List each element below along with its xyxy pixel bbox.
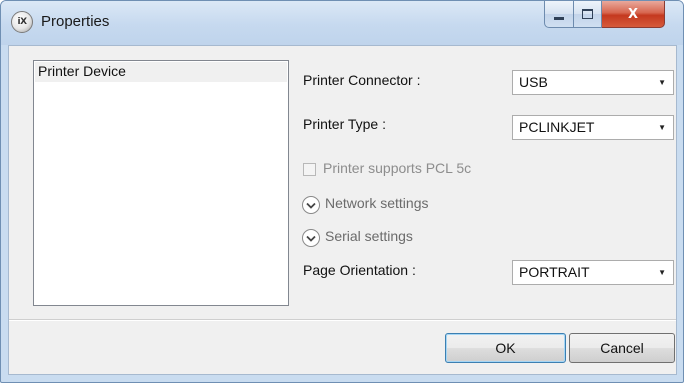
printer-connector-label: Printer Connector :	[303, 72, 421, 88]
chevron-down-icon	[306, 202, 316, 209]
printer-type-select[interactable]: PCLINKJET ▼	[512, 115, 674, 140]
cancel-button[interactable]: Cancel	[569, 333, 675, 363]
page-orientation-select[interactable]: PORTRAIT ▼	[512, 260, 674, 285]
ok-button[interactable]: OK	[445, 333, 566, 363]
pcl5c-label: Printer supports PCL 5c	[323, 160, 472, 176]
chevron-down-icon: ▼	[658, 268, 666, 277]
minimize-button[interactable]	[544, 1, 574, 28]
printer-type-value: PCLINKJET	[519, 119, 595, 135]
close-button[interactable]: X	[602, 1, 665, 28]
page-orientation-label: Page Orientation :	[303, 262, 416, 278]
pcl5c-checkbox[interactable]	[303, 163, 316, 176]
network-settings-expander[interactable]	[302, 196, 320, 214]
properties-window: iX Properties X Printer Device Printer C…	[0, 0, 684, 383]
close-icon: X	[627, 6, 639, 22]
minimize-icon	[554, 16, 564, 20]
printer-connector-select[interactable]: USB ▼	[512, 70, 674, 95]
maximize-icon	[582, 9, 593, 19]
device-list[interactable]: Printer Device	[33, 60, 289, 306]
network-settings-label[interactable]: Network settings	[325, 195, 428, 211]
title-bar[interactable]: iX Properties X	[1, 1, 683, 45]
maximize-button[interactable]	[574, 1, 602, 28]
caption-buttons: X	[544, 1, 665, 29]
app-icon[interactable]: iX	[11, 11, 33, 33]
chevron-down-icon	[306, 235, 316, 242]
list-item-printer-device[interactable]: Printer Device	[35, 62, 287, 82]
serial-settings-expander[interactable]	[302, 229, 320, 247]
window-title: Properties	[41, 13, 110, 30]
printer-connector-value: USB	[519, 74, 548, 90]
dialog-body: Printer Device Printer Connector : USB ▼…	[8, 45, 677, 375]
serial-settings-label[interactable]: Serial settings	[325, 228, 413, 244]
chevron-down-icon: ▼	[658, 78, 666, 87]
footer-separator	[9, 319, 676, 320]
chevron-down-icon: ▼	[658, 123, 666, 132]
page-orientation-value: PORTRAIT	[519, 264, 590, 280]
printer-type-label: Printer Type :	[303, 116, 387, 132]
